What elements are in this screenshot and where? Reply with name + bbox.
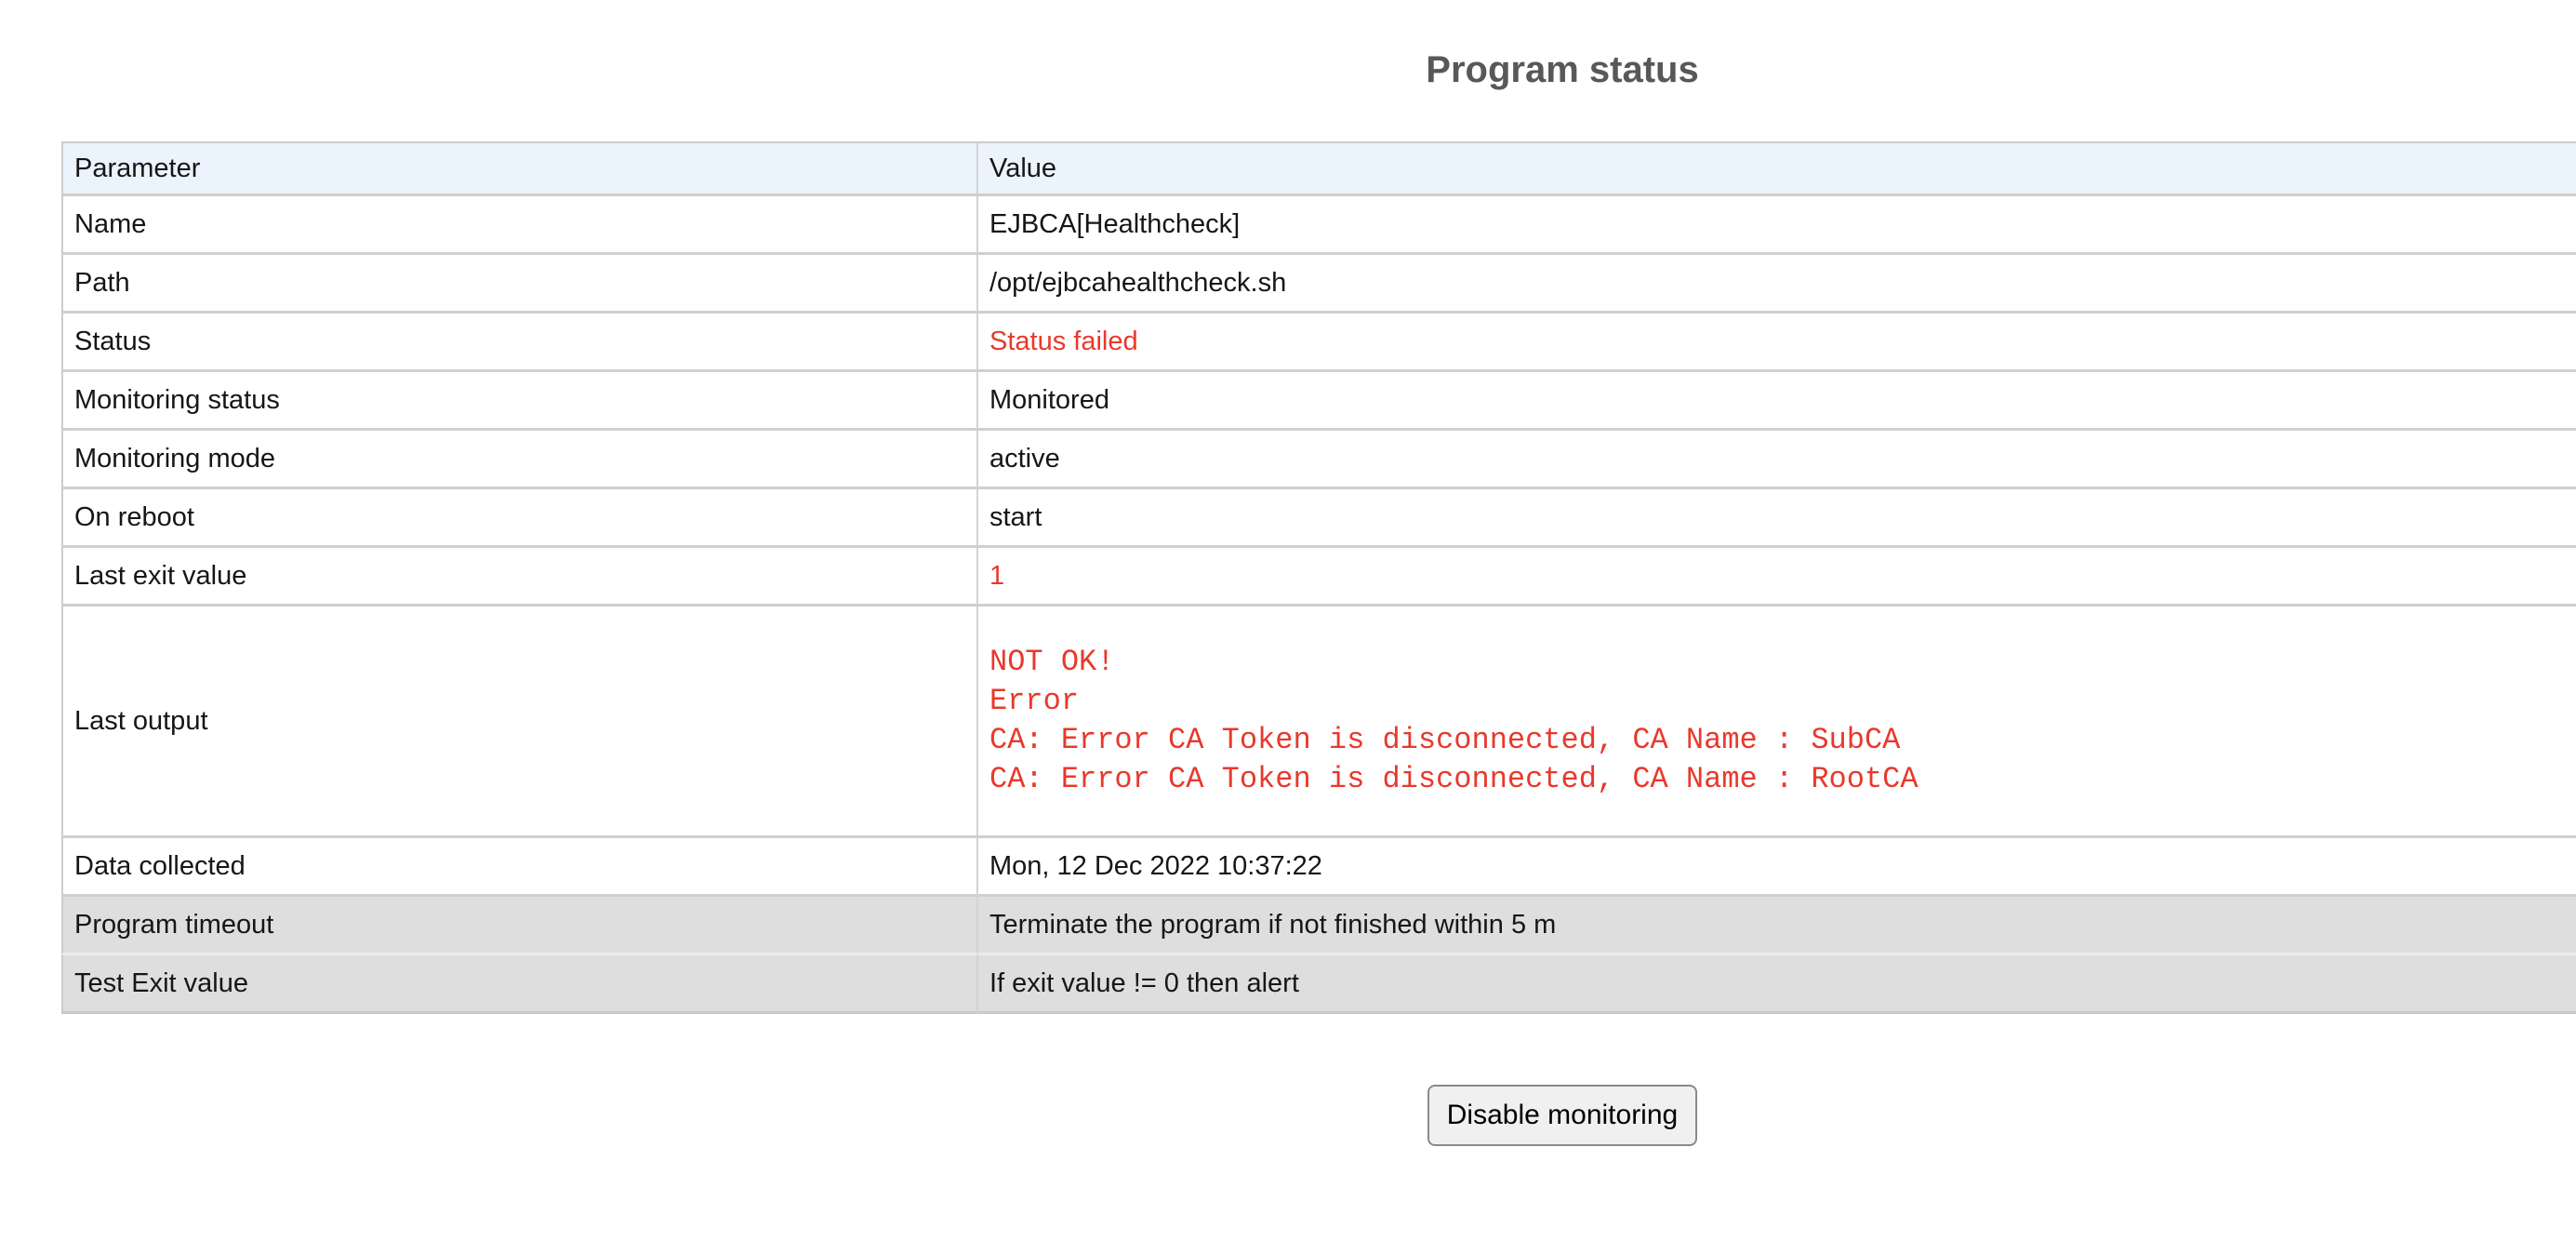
value-cell: If exit value != 0 then alert	[978, 955, 2576, 1014]
parameter-cell: Path	[61, 255, 978, 314]
value-cell: active	[978, 431, 2576, 489]
parameter-cell: Test Exit value	[61, 955, 978, 1014]
parameter-column-header: Parameter	[61, 141, 978, 196]
table-row: Data collectedMon, 12 Dec 2022 10:37:22	[61, 838, 2576, 897]
last-output-text: NOT OK! Error CA: Error CA Token is disc…	[989, 643, 2576, 799]
button-bar: Disable monitoring	[0, 1085, 2576, 1146]
value-cell: start	[978, 489, 2576, 548]
value-cell: Status failed	[978, 314, 2576, 372]
table-row: Last exit value1	[61, 548, 2576, 607]
parameter-cell: Program timeout	[61, 897, 978, 955]
page-title: Program status	[0, 48, 2576, 91]
table-row: Monitoring statusMonitored	[61, 372, 2576, 431]
value-cell: Monitored	[978, 372, 2576, 431]
table-row: StatusStatus failed	[61, 314, 2576, 372]
parameter-cell: Last output	[61, 607, 978, 838]
parameter-cell: Monitoring mode	[61, 431, 978, 489]
parameter-cell: Data collected	[61, 838, 978, 897]
value-cell: EJBCA[Healthcheck]	[978, 196, 2576, 255]
status-table: Parameter Value NameEJBCA[Healthcheck]Pa…	[61, 141, 2576, 1014]
value-cell: NOT OK! Error CA: Error CA Token is disc…	[978, 607, 2576, 838]
value-cell: Terminate the program if not finished wi…	[978, 897, 2576, 955]
parameter-cell: Monitoring status	[61, 372, 978, 431]
table-header-row: Parameter Value	[61, 141, 2576, 196]
table-row: Last outputNOT OK! Error CA: Error CA To…	[61, 607, 2576, 838]
value-column-header: Value	[978, 141, 2576, 196]
page: Program status Parameter Value NameEJBCA…	[0, 48, 2576, 1146]
parameter-cell: Last exit value	[61, 548, 978, 607]
parameter-cell: On reboot	[61, 489, 978, 548]
status-table-body: NameEJBCA[Healthcheck]Path/opt/ejbcaheal…	[61, 196, 2576, 1014]
table-row: Program timeoutTerminate the program if …	[61, 897, 2576, 955]
parameter-cell: Name	[61, 196, 978, 255]
value-cell: Mon, 12 Dec 2022 10:37:22	[978, 838, 2576, 897]
disable-monitoring-button[interactable]: Disable monitoring	[1427, 1085, 1697, 1146]
value-cell: /opt/ejbcahealthcheck.sh	[978, 255, 2576, 314]
table-row: On rebootstart	[61, 489, 2576, 548]
table-row: NameEJBCA[Healthcheck]	[61, 196, 2576, 255]
table-row: Monitoring modeactive	[61, 431, 2576, 489]
table-row: Path/opt/ejbcahealthcheck.sh	[61, 255, 2576, 314]
parameter-cell: Status	[61, 314, 978, 372]
table-row: Test Exit valueIf exit value != 0 then a…	[61, 955, 2576, 1014]
value-cell: 1	[978, 548, 2576, 607]
